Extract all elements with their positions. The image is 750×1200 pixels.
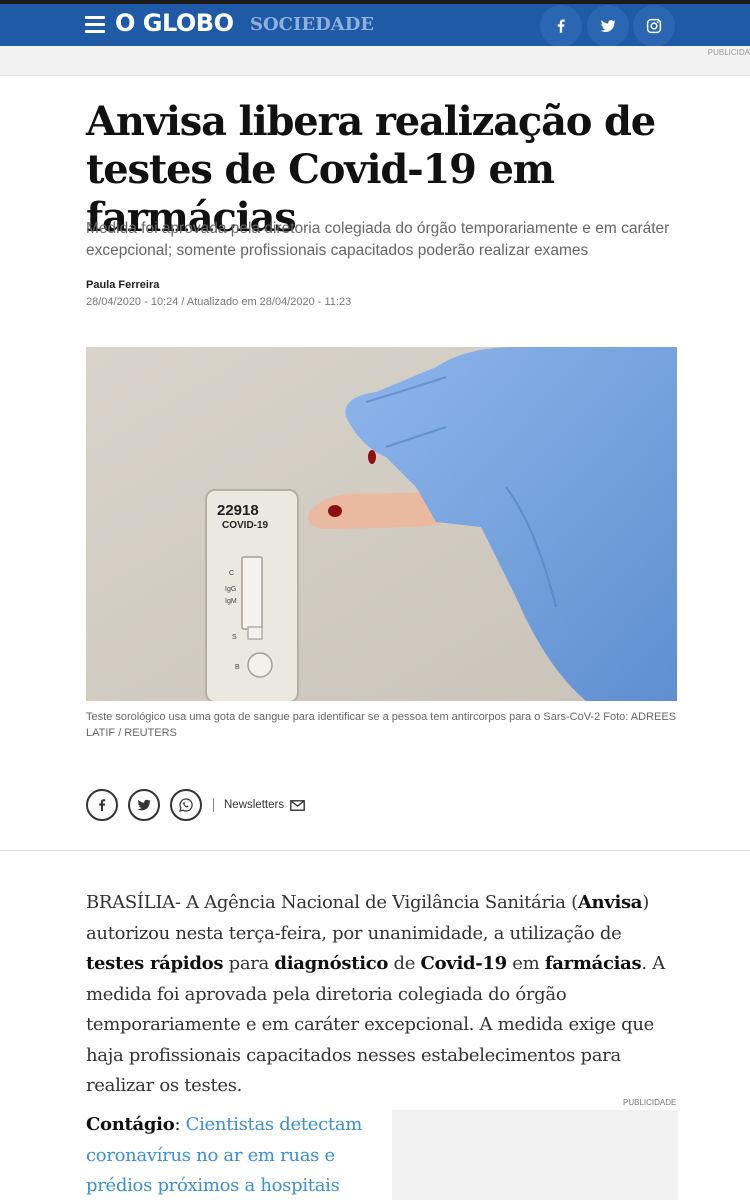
test-label-text: COVID-19 (222, 520, 269, 531)
bold-term-testes-rapidos: testes rápidos (86, 953, 224, 974)
article-photo: 22918 COVID-19 C IgG IgM S B (86, 347, 677, 701)
facebook-icon[interactable] (540, 5, 582, 47)
related-sep: : (174, 1114, 186, 1135)
side-ad-label: PUBLICIDADE (623, 1098, 677, 1107)
paragraph-text: em (506, 953, 545, 974)
paragraph-text: de (388, 953, 421, 974)
side-ad-box[interactable] (392, 1110, 678, 1200)
related-label: Contágio (86, 1114, 175, 1135)
related-article: Contágio: Cientistas detectam coronavíru… (86, 1110, 366, 1200)
test-mark-b: B (235, 664, 240, 671)
bold-term-farmacias: farmácias (544, 953, 642, 974)
test-mark-igg: IgG (225, 586, 236, 593)
article-subtitle: Medida foi aprovada pela diretoria coleg… (86, 220, 670, 259)
instagram-icon[interactable] (633, 5, 675, 47)
top-ad-bar: PUBLICIDA (0, 46, 750, 76)
article-dateline: 28/04/2020 - 10:24 / Atualizado em 28/04… (86, 296, 352, 308)
ad-label: PUBLICIDA (707, 48, 750, 57)
share-bar: Newsletters (86, 789, 305, 821)
envelope-icon (290, 799, 305, 811)
share-separator (213, 798, 214, 812)
site-logo[interactable]: O GLOBO (115, 9, 234, 37)
paragraph-text: BRASÍLIA- A Agência Nacional de Vigilânc… (86, 892, 578, 913)
menu-icon[interactable] (85, 16, 105, 34)
newsletter-link[interactable]: Newsletters (224, 799, 305, 811)
newsletter-label: Newsletters (224, 799, 285, 811)
test-mark-igm: IgM (225, 598, 237, 605)
bold-term-covid: Covid-19 (420, 953, 508, 974)
bold-term-anvisa: Anvisa (577, 892, 643, 913)
paragraph-text: para (223, 953, 275, 974)
test-mark-c: C (229, 570, 234, 577)
article-paragraph: BRASÍLIA- A Agência Nacional de Vigilânc… (86, 888, 682, 1102)
share-whatsapp-icon[interactable] (170, 789, 202, 821)
test-label-number: 22918 (217, 502, 259, 519)
paragraph-text: . A medida foi aprovada pela diretoria c… (86, 953, 665, 1096)
section-name[interactable]: SOCIEDADE (250, 14, 374, 35)
article-author[interactable]: Paula Ferreira (86, 279, 159, 291)
share-facebook-icon[interactable] (86, 789, 118, 821)
twitter-icon[interactable] (587, 5, 629, 47)
section-divider (0, 850, 750, 851)
share-twitter-icon[interactable] (128, 789, 160, 821)
site-header: O GLOBO SOCIEDADE (0, 4, 750, 47)
test-mark-s: S (232, 634, 237, 641)
bold-term-diagnostico: diagnóstico (274, 953, 389, 974)
photo-caption: Teste sorológico usa uma gota de sangue … (86, 711, 677, 739)
